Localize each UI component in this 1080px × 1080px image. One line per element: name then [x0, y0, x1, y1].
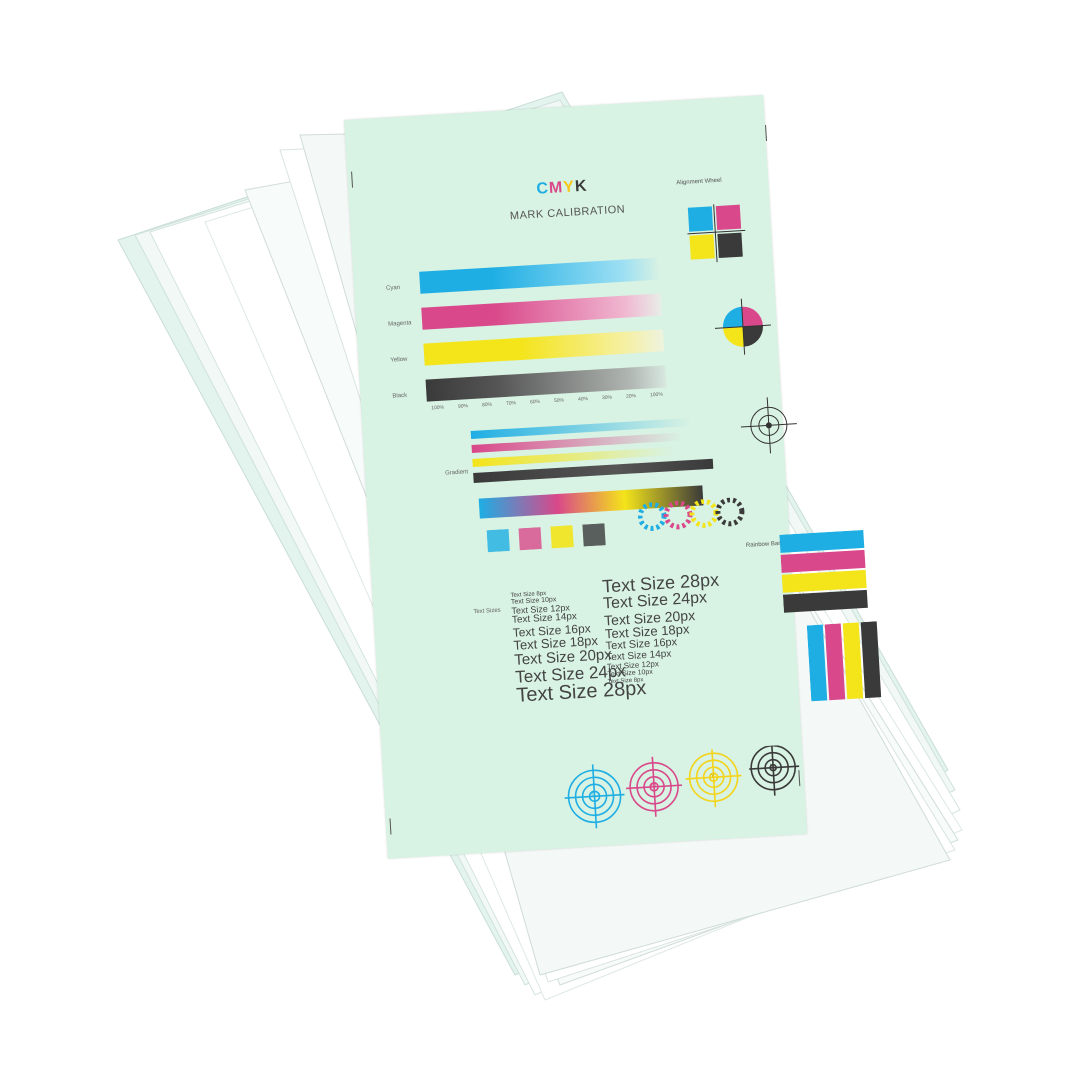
spacer [779, 531, 780, 532]
spacer [705, 535, 706, 536]
spacer [771, 531, 772, 532]
tick-label: 80% [481, 401, 493, 409]
tick-label: 60% [529, 398, 541, 406]
spacer [757, 532, 758, 533]
spacer [691, 536, 692, 537]
photo-scene: CMYK MARK CALIBRATION Cyan Magenta Yello… [0, 0, 1080, 1080]
tick-label: 90% [457, 403, 469, 410]
target-letter: Y [710, 773, 715, 780]
rainbow-bars-vertical [806, 621, 882, 702]
spacer [731, 534, 732, 535]
tick-label: 70% [505, 400, 517, 407]
checker-patches [486, 523, 606, 553]
title-letter-y: Y [562, 178, 576, 197]
label-text-sizes: Text Sizes [473, 607, 501, 616]
spacer [737, 533, 738, 534]
tick-label: 100% [649, 391, 664, 399]
spacer [739, 533, 740, 534]
cyan-bar [419, 257, 661, 294]
spacer [753, 532, 754, 533]
target-letter: K [769, 763, 775, 770]
spacer [775, 531, 776, 532]
spacer [719, 534, 720, 535]
label-cyan: Cyan [385, 284, 401, 292]
text-sizes-right: Text Size 28px Text Size 24px Text Size … [602, 570, 725, 686]
spacer [767, 532, 768, 533]
yellow-bar [423, 329, 665, 366]
spacer [721, 534, 722, 535]
spacer [717, 535, 718, 536]
spacer [773, 531, 774, 532]
starburst-row [637, 497, 745, 531]
page-subtitle: MARK CALIBRATION [509, 203, 626, 223]
alignment-wheel [714, 298, 771, 355]
title-letter-c: C [535, 179, 550, 198]
tick-label: 30% [601, 394, 613, 402]
spacer [727, 534, 728, 535]
spacer [723, 534, 724, 535]
label-magenta: Magenta [388, 320, 412, 328]
tick-label: 20% [625, 393, 637, 400]
spacer [759, 532, 760, 533]
spacer [751, 533, 752, 534]
spacer [701, 535, 702, 536]
spacer [765, 532, 766, 533]
spacer [697, 536, 698, 537]
spacer [713, 535, 714, 536]
cmyk-title: CMYK [536, 178, 588, 199]
spacer [743, 533, 744, 534]
spacer [763, 532, 764, 533]
spacer [703, 535, 704, 536]
spacer [689, 536, 690, 537]
registration-target [740, 397, 797, 454]
label-rainbow-bars: Rainbow Bars [745, 540, 784, 549]
spacer [755, 532, 756, 533]
spacer [711, 535, 712, 536]
spacer [745, 533, 746, 534]
spacer [747, 533, 748, 534]
crop-mark [351, 171, 354, 188]
alignment-squares [687, 204, 746, 263]
spacer [693, 536, 694, 537]
color-targets [564, 744, 800, 829]
rainbow-bars-horizontal [779, 529, 868, 613]
target-letter: M [650, 782, 657, 789]
spacer [741, 533, 742, 534]
spacer [769, 531, 770, 532]
tick-label: 50% [553, 397, 565, 405]
spacer [749, 533, 750, 534]
spacer [733, 534, 734, 535]
title-letter-m: M [548, 179, 564, 197]
magenta-bar [421, 293, 663, 330]
spacer [695, 536, 696, 537]
label-gradient: Gradient [444, 469, 469, 477]
label-alignment-wheel: Alignment Wheel [676, 177, 722, 187]
spacer [761, 532, 762, 533]
spacer [709, 535, 710, 536]
tick-label: 40% [577, 396, 589, 403]
label-black: Black [392, 392, 408, 400]
target-letter: C [591, 792, 597, 799]
spacer [715, 535, 716, 536]
tick-label: 100% [431, 404, 445, 412]
label-yellow: Yellow [390, 356, 408, 364]
crop-mark [389, 818, 392, 835]
spacer [729, 534, 730, 535]
spacer [707, 535, 708, 536]
calibration-sheet: CMYK MARK CALIBRATION Cyan Magenta Yello… [344, 95, 882, 859]
spacer [735, 533, 736, 534]
spacer [725, 534, 726, 535]
title-letter-k: K [574, 177, 588, 196]
spacer [699, 536, 700, 537]
